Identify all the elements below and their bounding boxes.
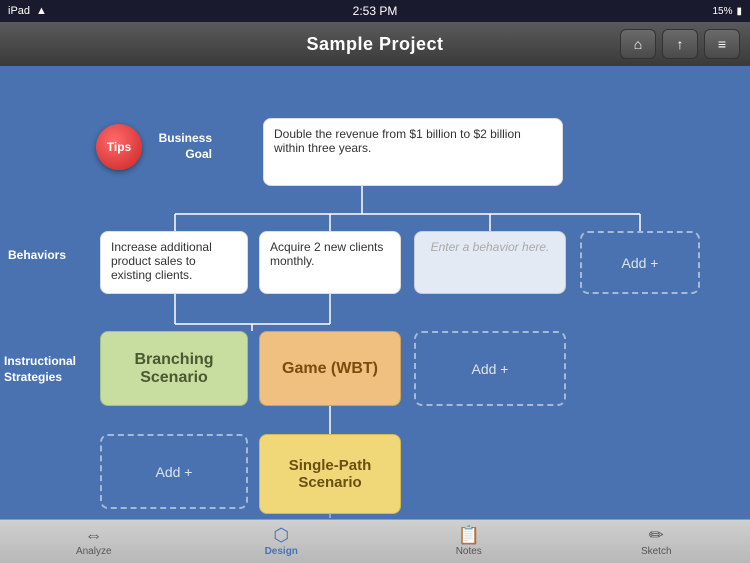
- main-content: Tips BusinessGoal Double the revenue fro…: [0, 66, 750, 519]
- tab-notes[interactable]: 📋 Notes: [375, 520, 563, 563]
- tab-bar: ⇔ Analyze ⬡ Design 📋 Notes ✏ Sketch: [0, 519, 750, 563]
- tab-sketch[interactable]: ✏ Sketch: [563, 520, 750, 563]
- stack-icon: ≡: [718, 36, 726, 52]
- behavior-2-text: Acquire 2 new clients monthly.: [270, 240, 390, 268]
- business-goal-label: BusinessGoal: [152, 131, 212, 162]
- behaviors-label: Behaviors: [8, 248, 78, 264]
- stack-button[interactable]: ≡: [704, 29, 740, 59]
- share-icon: ↑: [677, 36, 684, 52]
- behavior-add-text: Add +: [622, 255, 659, 271]
- status-right: 15% ▮: [712, 6, 742, 17]
- tips-label: Tips: [107, 140, 131, 154]
- design-icon: ⬡: [273, 526, 289, 544]
- strategy-add-card[interactable]: Add +: [414, 331, 566, 406]
- behavior-1-text: Increase additional product sales to exi…: [111, 240, 237, 282]
- tab-design[interactable]: ⬡ Design: [188, 520, 376, 563]
- battery-label: 15%: [712, 6, 732, 17]
- sketch-icon: ✏: [649, 526, 664, 544]
- branching-scenario-text: Branching Scenario: [109, 351, 239, 387]
- business-goal-text: Double the revenue from $1 billion to $2…: [274, 127, 552, 155]
- business-goal-card[interactable]: Double the revenue from $1 billion to $2…: [263, 118, 563, 186]
- behavior-card-3[interactable]: Enter a behavior here.: [414, 231, 566, 294]
- branching-scenario-card[interactable]: Branching Scenario: [100, 331, 248, 406]
- level3-add-card[interactable]: Add +: [100, 434, 248, 509]
- battery-icon: ▮: [736, 6, 742, 17]
- instructional-label: InstructionalStrategies: [4, 354, 82, 385]
- design-label: Design: [265, 546, 298, 557]
- tips-button[interactable]: Tips: [96, 124, 142, 170]
- notes-icon: 📋: [458, 526, 480, 544]
- share-button[interactable]: ↑: [662, 29, 698, 59]
- behavior-card-1[interactable]: Increase additional product sales to exi…: [100, 231, 248, 294]
- level3-add-text: Add +: [156, 464, 193, 480]
- home-button[interactable]: ⌂: [620, 29, 656, 59]
- notes-label: Notes: [456, 546, 482, 557]
- single-path-text: Single-Path Scenario: [268, 457, 392, 491]
- strategy-add-text: Add +: [472, 361, 509, 377]
- behavior-3-placeholder: Enter a behavior here.: [431, 240, 550, 254]
- status-time: 2:53 PM: [353, 4, 398, 18]
- title-bar: Sample Project ⌂ ↑ ≡: [0, 22, 750, 66]
- wifi-icon: ▲: [36, 5, 47, 17]
- behavior-card-2[interactable]: Acquire 2 new clients monthly.: [259, 231, 401, 294]
- title-bar-buttons: ⌂ ↑ ≡: [620, 29, 740, 59]
- home-icon: ⌂: [634, 36, 642, 52]
- sketch-label: Sketch: [641, 546, 672, 557]
- ipad-label: iPad: [8, 5, 30, 17]
- single-path-card[interactable]: Single-Path Scenario: [259, 434, 401, 514]
- bottom-connector: [259, 514, 401, 519]
- status-left: iPad ▲: [8, 5, 47, 17]
- analyze-label: Analyze: [76, 546, 112, 557]
- game-wbt-card[interactable]: Game (WBT): [259, 331, 401, 406]
- analyze-icon: ⇔: [85, 526, 103, 544]
- behavior-add-card[interactable]: Add +: [580, 231, 700, 294]
- tab-analyze[interactable]: ⇔ Analyze: [0, 520, 188, 563]
- status-bar: iPad ▲ 2:53 PM 15% ▮: [0, 0, 750, 22]
- page-title: Sample Project: [306, 34, 443, 55]
- game-wbt-text: Game (WBT): [282, 360, 378, 378]
